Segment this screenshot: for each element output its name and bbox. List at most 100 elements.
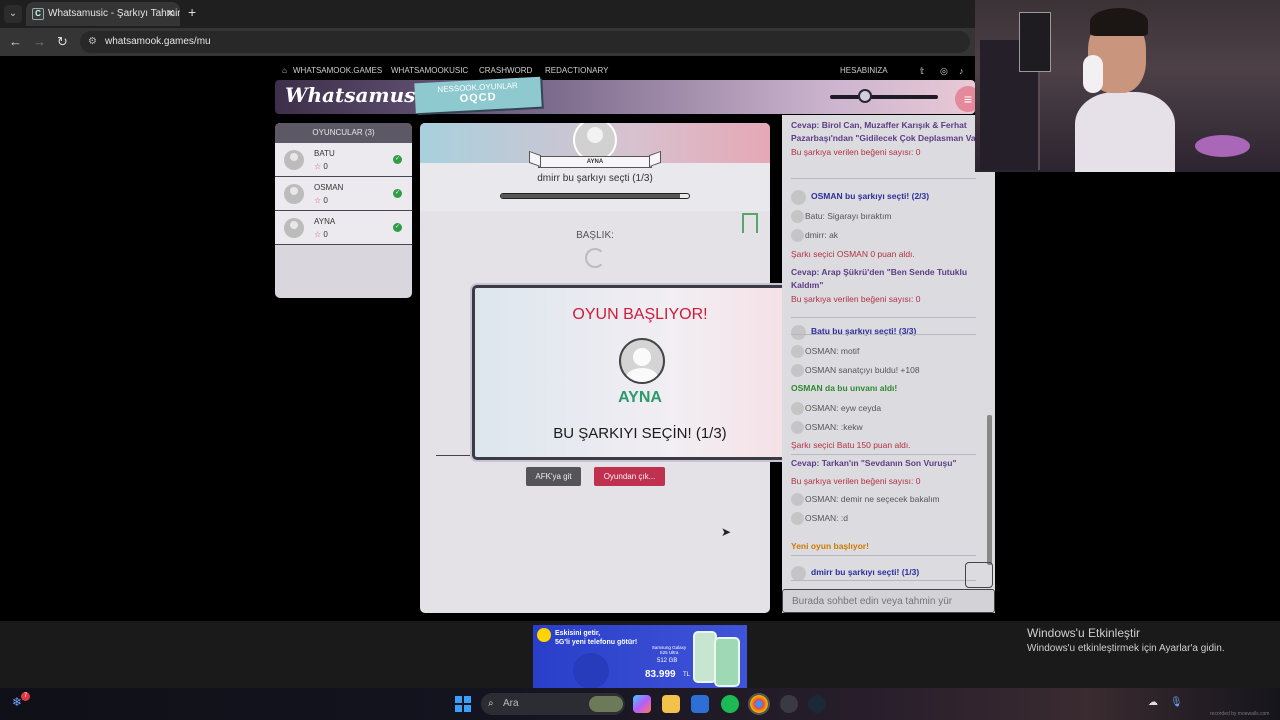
chat-line-ans: Cevap: Arap Şükrü'den "Ben Sende Tutuklu… — [791, 266, 986, 292]
ad-model: Samsung Galaxy S25 Ultra — [651, 645, 687, 655]
quit-game-button[interactable]: Oyundan çık... — [594, 467, 665, 486]
chat-line-likes: Bu şarkıya verilen beğeni sayısı: 0 — [791, 475, 986, 488]
player-row[interactable]: OSMAN ☆ 0 ✓ — [275, 177, 412, 211]
chat-input[interactable] — [782, 589, 995, 613]
chat-line-text: Şarkı seçici OSMAN 0 puan aldı. — [791, 249, 915, 259]
chrome-icon[interactable] — [748, 693, 770, 715]
steam-icon[interactable] — [808, 695, 826, 713]
avatar — [791, 421, 804, 434]
back-icon[interactable]: ← — [9, 34, 22, 49]
chat-separator — [791, 317, 976, 318]
search-icon: ⌕ — [488, 698, 494, 709]
twitter-icon[interactable]: 𝕥 — [920, 66, 924, 77]
avatar — [791, 364, 804, 377]
home-icon[interactable]: ⌂ — [282, 66, 287, 75]
new-tab-button[interactable]: + — [188, 4, 196, 20]
reload-icon[interactable]: ↻ — [57, 34, 68, 50]
mouse-cursor-icon: ➤ — [721, 525, 732, 539]
check-icon: ✓ — [393, 155, 402, 164]
ad-line-2: 5G'li yeni telefonu götür! — [555, 639, 638, 646]
player-score: ☆ 0 — [314, 162, 328, 171]
chat-line-text: Bu şarkıya verilen beğeni sayısı: 0 — [791, 476, 921, 486]
spotify-icon[interactable] — [721, 695, 739, 713]
search-highlight-image — [589, 696, 623, 712]
account-link[interactable]: HESABINIZA — [840, 66, 888, 75]
chat-separator — [791, 580, 976, 581]
microphone-icon[interactable]: 🎙 — [1170, 697, 1183, 708]
nav-link-redactionary[interactable]: REDACTIONARY — [545, 66, 608, 75]
star-icon: ☆ — [314, 162, 322, 171]
chat-line-msg: OSMAN: eyw ceyda — [791, 402, 986, 415]
browser-tab[interactable]: C Whatsamusic - Şarkıyı Tahmin Et ✕ — [26, 2, 180, 26]
timer-progress-bar — [500, 193, 690, 199]
windows-taskbar: ❄ 7 ⌕ Ara ☁ 🎙 recorded by moewalls.com — [0, 688, 1280, 720]
instagram-icon[interactable]: ◎ — [940, 66, 948, 77]
player-name: OSMAN — [314, 183, 344, 192]
avatar — [791, 512, 804, 525]
chat-line-text: OSMAN: motif — [805, 346, 860, 356]
tab-close-icon[interactable]: ✕ — [166, 2, 175, 26]
avatar — [791, 566, 806, 581]
nav-link-crashword[interactable]: CRASHWORD — [479, 66, 532, 75]
chat-line-text: Cevap: Arap Şükrü'den "Ben Sende Tutuklu… — [791, 267, 968, 290]
address-input[interactable]: ⚙ whatsamook.games/mu — [80, 31, 970, 53]
player-name: BATU — [314, 149, 335, 158]
phone-image — [714, 637, 740, 687]
nav-link-whatsamook[interactable]: WHATSAMOOK.GAMES — [293, 66, 382, 75]
forward-icon[interactable]: → — [33, 34, 46, 49]
chat-line-ans: Cevap: Birol Can, Muzaffer Karışık & Fer… — [791, 119, 986, 145]
chat-line-msg: dmirr: ak — [791, 229, 986, 242]
tray-overflow-icon[interactable]: ☁ — [1148, 697, 1158, 708]
player-row[interactable]: AYNA ☆ 0 ✓ — [275, 211, 412, 245]
volume-slider-knob[interactable] — [858, 89, 872, 103]
room-code-badge[interactable]: NESSOOK.OYUNLAR OQCD — [414, 76, 542, 114]
url-text: whatsamook.games/mu — [105, 36, 211, 47]
ad-currency: TL — [683, 672, 691, 678]
check-icon: ✓ — [393, 223, 402, 232]
chat-line-msg: OSMAN: :d — [791, 512, 986, 525]
chat-line-likes: Bu şarkıya verilen beğeni sayısı: 0 — [791, 146, 986, 159]
player-row[interactable]: BATU ☆ 0 ✓ — [275, 143, 412, 177]
obs-icon[interactable] — [780, 695, 798, 713]
webcam-overlay — [975, 0, 1280, 172]
game-start-modal: OYUN BAŞLIYOR! AYNA BU ŞARKIYI SEÇİN! (1… — [472, 285, 808, 460]
chat-messages[interactable]: Cevap: Birol Can, Muzaffer Karışık & Fer… — [782, 115, 987, 581]
nav-link-whatsamookusic[interactable]: WHATSAMOOKUSIC — [391, 66, 468, 75]
volume-slider[interactable] — [830, 95, 938, 99]
site-logo[interactable]: Whatsamusic — [285, 83, 435, 107]
advertisement-banner[interactable]: Eskisini getir, 5G'li yeni telefonu götür… — [533, 625, 747, 688]
afk-button[interactable]: AFK'ya git — [526, 467, 581, 486]
tiktok-icon[interactable]: ♪ — [959, 66, 964, 76]
chat-line-text: Şarkı seçici Batu 150 puan aldı. — [791, 440, 911, 450]
taskbar-search[interactable]: ⌕ Ara — [481, 693, 625, 715]
players-panel: OYUNCULAR (3) BATU ☆ 0 ✓ OSMAN ☆ 0 ✓ AYN… — [275, 123, 412, 298]
pick-status: dmirr bu şarkıyı seçti (1/3) — [537, 173, 653, 184]
site-info-icon[interactable]: ⚙ — [88, 31, 97, 53]
chat-line-text: OSMAN: demir ne seçecek bakalım — [805, 494, 940, 504]
chat-line-found: OSMAN da bu unvanı aldı! — [791, 382, 986, 395]
chat-line-msg: OSMAN sanatçıyı buldu! +108 — [791, 364, 986, 377]
chat-line-text: Cevap: Birol Can, Muzaffer Karışık & Fer… — [791, 120, 983, 143]
chat-line-text: Bu şarkıya verilen beğeni sayısı: 0 — [791, 147, 921, 157]
file-explorer-icon[interactable] — [662, 695, 680, 713]
chat-line-pick: Batu bu şarkıyı seçti! (3/3) — [791, 325, 986, 340]
start-button-icon[interactable] — [455, 696, 471, 712]
store-icon[interactable] — [691, 695, 709, 713]
chat-separator — [791, 334, 976, 335]
chat-line-ans: Cevap: Tarkan'ın "Sevdanın Son Vuruşu" — [791, 457, 986, 470]
notification-badge: 7 — [21, 692, 30, 701]
chat-line-msg: OSMAN: :kekw — [791, 421, 986, 434]
tab-title: Whatsamusic - Şarkıyı Tahmin Et — [48, 8, 180, 19]
avatar — [284, 184, 304, 204]
avatar — [791, 210, 804, 223]
chat-scrollbar[interactable] — [987, 415, 992, 565]
webcam-poster — [1019, 12, 1051, 72]
player-score-value: 0 — [323, 162, 328, 171]
avatar — [791, 190, 806, 205]
chat-line-text: Bu şarkıya verilen beğeni sayısı: 0 — [791, 294, 921, 304]
copilot-icon[interactable] — [633, 695, 651, 713]
scroll-down-button[interactable] — [965, 562, 993, 588]
tab-search-button[interactable]: ⌄ — [4, 5, 22, 23]
chat-separator — [791, 454, 976, 455]
chat-line-text: Batu: Sigarayı bıraktım — [805, 211, 892, 221]
